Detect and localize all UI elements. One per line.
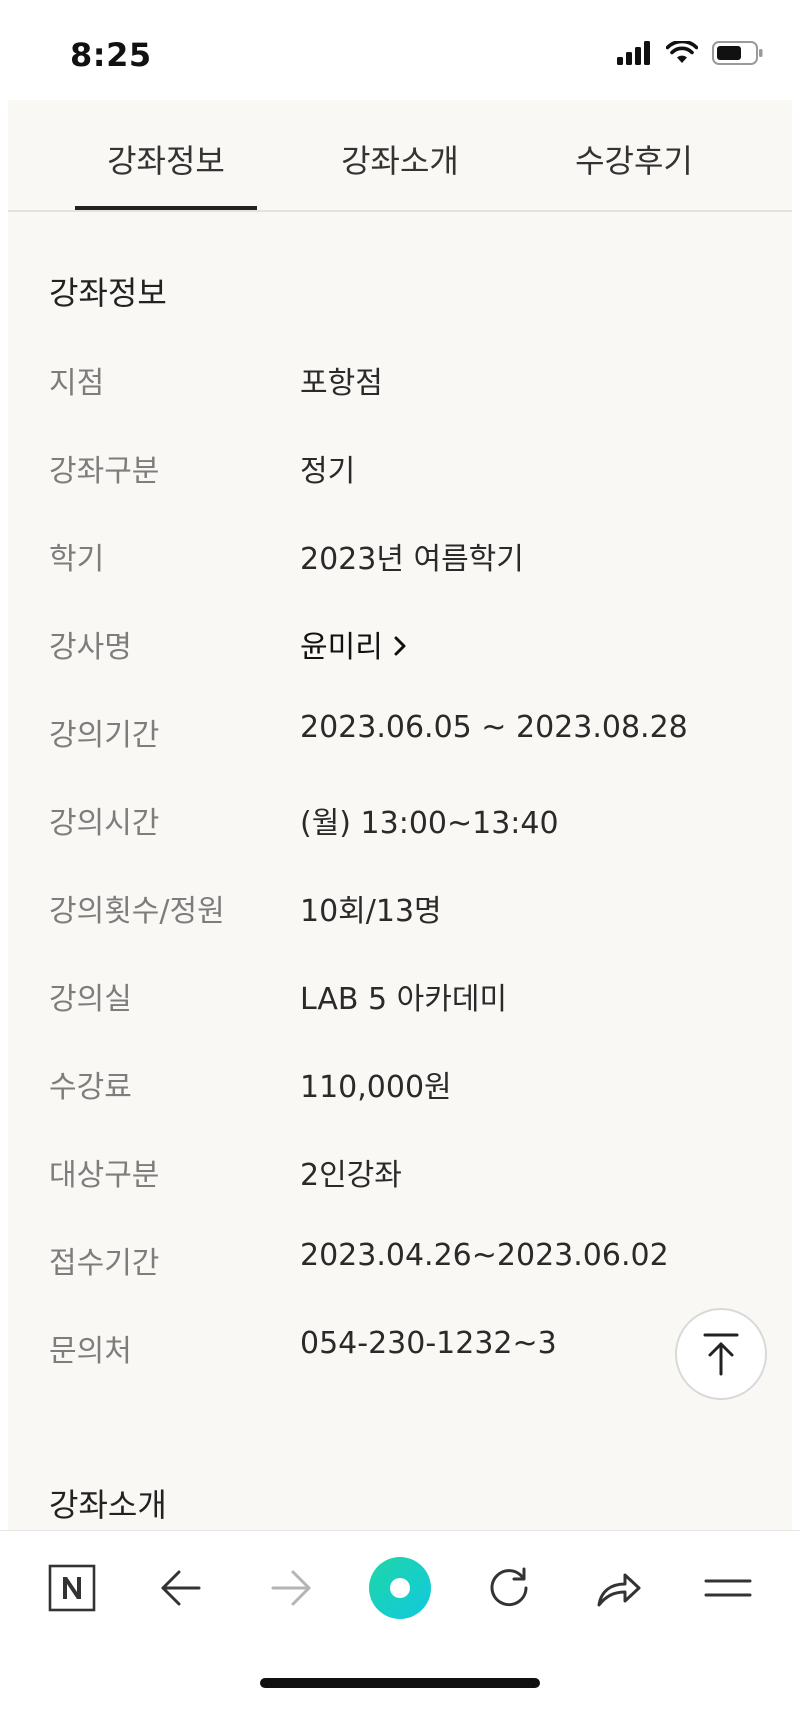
row-value-fee: 110,000원 bbox=[300, 1070, 452, 1105]
status-bar: 8:25 bbox=[0, 0, 800, 100]
arrow-left-icon bbox=[161, 1570, 201, 1606]
row-label-semester: 학기 bbox=[49, 542, 105, 577]
row-value-period: 2023.06.05 ~ 2023.08.28 bbox=[300, 710, 688, 745]
instructor-name: 윤미리 bbox=[300, 630, 383, 665]
scroll-to-top-button[interactable] bbox=[675, 1308, 767, 1400]
battery-icon bbox=[712, 41, 763, 65]
active-tab-indicator bbox=[75, 206, 257, 210]
row-value-sessions-capacity: 10회/13명 bbox=[300, 894, 442, 929]
row-value-registration: 2023.04.26~2023.06.02 bbox=[300, 1238, 669, 1273]
content-panel: 강좌정보 강좌소개 수강후기 강좌정보 지점 포항점 강좌구분 정기 학기 20… bbox=[8, 100, 792, 1530]
row-value-semester: 2023년 여름학기 bbox=[300, 542, 524, 577]
home-indicator[interactable] bbox=[260, 1678, 540, 1688]
row-label-contact: 문의처 bbox=[49, 1334, 132, 1369]
next-section-title: 강좌소개 bbox=[49, 1486, 167, 1524]
row-label-time: 강의시간 bbox=[49, 806, 160, 841]
row-value-time: (월) 13:00~13:40 bbox=[300, 806, 559, 841]
row-label-period: 강의기간 bbox=[49, 718, 160, 753]
tab-reviews[interactable]: 수강후기 bbox=[518, 136, 750, 182]
menu-button[interactable] bbox=[693, 1553, 763, 1623]
row-value-classroom: LAB 5 아카데미 bbox=[300, 982, 508, 1017]
naver-n-icon bbox=[48, 1564, 96, 1612]
tab-bar: 강좌정보 강좌소개 수강후기 bbox=[8, 100, 792, 212]
back-button[interactable] bbox=[146, 1553, 216, 1623]
row-label-branch: 지점 bbox=[49, 366, 105, 401]
row-label-course-type: 강좌구분 bbox=[49, 454, 160, 489]
row-value-contact: 054-230-1232~3 bbox=[300, 1326, 557, 1361]
arrow-right-icon bbox=[271, 1570, 311, 1606]
status-time: 8:25 bbox=[70, 36, 152, 74]
row-value-course-type: 정기 bbox=[300, 454, 356, 489]
green-dot-button[interactable] bbox=[365, 1553, 435, 1623]
share-button[interactable] bbox=[584, 1553, 654, 1623]
instructor-link[interactable]: 윤미리 bbox=[300, 622, 407, 666]
menu-icon bbox=[704, 1579, 752, 1597]
row-label-registration: 접수기간 bbox=[49, 1246, 160, 1281]
reload-button[interactable] bbox=[474, 1553, 544, 1623]
row-value-branch: 포항점 bbox=[300, 366, 383, 401]
tab-course-info[interactable]: 강좌정보 bbox=[50, 136, 282, 182]
naver-home-button[interactable] bbox=[37, 1553, 107, 1623]
tab-course-intro[interactable]: 강좌소개 bbox=[284, 136, 516, 182]
chevron-right-icon bbox=[393, 630, 407, 665]
row-label-sessions-capacity: 강의횟수/정원 bbox=[49, 894, 225, 929]
row-label-classroom: 강의실 bbox=[49, 982, 132, 1017]
green-dot-icon bbox=[369, 1557, 431, 1619]
share-arrow-icon bbox=[597, 1573, 641, 1607]
forward-button[interactable] bbox=[256, 1553, 326, 1623]
row-label-fee: 수강료 bbox=[49, 1070, 132, 1105]
signal-icon bbox=[617, 41, 650, 65]
row-label-instructor: 강사명 bbox=[49, 630, 132, 665]
section-title: 강좌정보 bbox=[49, 274, 167, 312]
row-value-target: 2인강좌 bbox=[300, 1158, 402, 1193]
wifi-icon bbox=[666, 41, 698, 63]
arrow-up-icon bbox=[703, 1333, 739, 1376]
reload-icon bbox=[490, 1567, 528, 1607]
row-label-target: 대상구분 bbox=[49, 1158, 160, 1193]
status-icons bbox=[616, 40, 764, 66]
